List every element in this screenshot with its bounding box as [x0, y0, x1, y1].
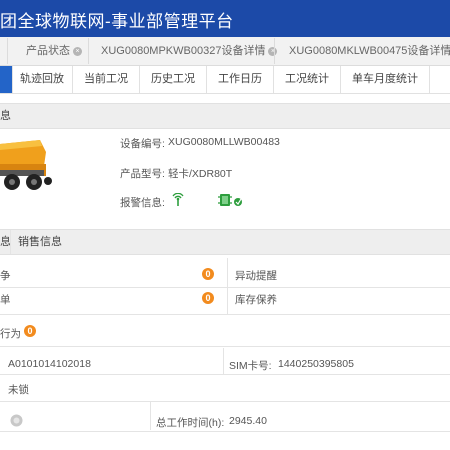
tab-label: XUG0080MPKWB00327设备详情 — [101, 45, 266, 57]
sub-tab-work-calendar[interactable]: 工作日历 — [207, 66, 274, 93]
total-hours-value: 2945.40 — [229, 415, 267, 427]
sim-label: SIM卡号: — [229, 360, 272, 372]
section-divider — [10, 230, 11, 254]
close-icon[interactable]: × — [73, 46, 82, 56]
device-section-header — [0, 103, 450, 129]
alert-left-label: 单 — [0, 294, 11, 306]
signal-icon[interactable] — [172, 193, 184, 207]
tab-divider — [274, 38, 275, 64]
sub-tab-history-status[interactable]: 历史工况 — [140, 66, 207, 93]
column-divider — [223, 348, 224, 374]
device-section-title: 息 — [0, 110, 11, 122]
sub-tab-track-playback[interactable]: 轨迹回放 — [12, 66, 73, 93]
sub-tab-monthly-statistics[interactable]: 单车月度统计 — [341, 66, 430, 93]
model-label: 产品型号: — [120, 168, 165, 180]
sales-section-header — [0, 229, 450, 255]
row-divider — [0, 346, 450, 347]
row-divider — [0, 374, 450, 375]
abnormal-movement-alert[interactable]: 异动提醒 — [235, 268, 277, 283]
alarm-label: 报警信息: — [120, 197, 165, 209]
alert-count-badge[interactable]: 0 — [202, 292, 214, 304]
serial-value: XUG0080MLLWB00483 — [168, 136, 280, 148]
column-divider — [150, 402, 151, 430]
row-divider — [0, 314, 450, 315]
tab-device-detail-00327[interactable]: XUG0080MPKWB00327设备详情 × — [101, 37, 278, 65]
sub-tab-status-statistics[interactable]: 工况统计 — [274, 66, 341, 93]
truck-image — [0, 140, 52, 190]
alert-count-badge[interactable]: 0 — [202, 268, 214, 280]
tab-label: XUG0080MKLWB00475设备详情 — [289, 45, 450, 57]
serial-label: 设备编号: — [120, 138, 165, 150]
inventory-maintenance-alert[interactable]: 库存保养 — [235, 292, 277, 307]
behavior-label: 行为 — [0, 328, 21, 340]
row-divider — [0, 287, 450, 288]
tab-divider — [7, 38, 8, 64]
sales-info-tab[interactable]: 销售信息 — [18, 230, 62, 254]
alert-left-label: 争 — [0, 270, 11, 282]
status-indicator-icon — [10, 414, 23, 427]
close-icon[interactable]: × — [268, 46, 278, 56]
row-divider — [0, 401, 450, 402]
terminal-code-value: A0101014102018 — [8, 358, 91, 370]
sub-tab-current-status[interactable]: 当前工况 — [73, 66, 140, 93]
behavior-count-badge[interactable]: 0 — [24, 325, 36, 337]
total-hours-label: 总工作时间(h): — [156, 417, 225, 429]
row-divider — [0, 431, 450, 432]
tab-device-detail-00475[interactable]: XUG0080MKLWB00475设备详情× — [289, 37, 450, 65]
app-title: 团全球物联网-事业部管理平台 — [0, 12, 234, 31]
tab-label: 产品状态 — [26, 45, 70, 57]
column-divider — [227, 258, 228, 314]
sim-value: 1440250395805 — [278, 358, 354, 370]
tab-product-status[interactable]: 产品状态 × — [26, 37, 82, 65]
tab-divider — [88, 38, 89, 64]
device-status-icon[interactable] — [218, 193, 246, 207]
model-value: 轻卡/XDR80T — [168, 168, 233, 180]
lock-status-value: 未锁 — [8, 384, 29, 396]
